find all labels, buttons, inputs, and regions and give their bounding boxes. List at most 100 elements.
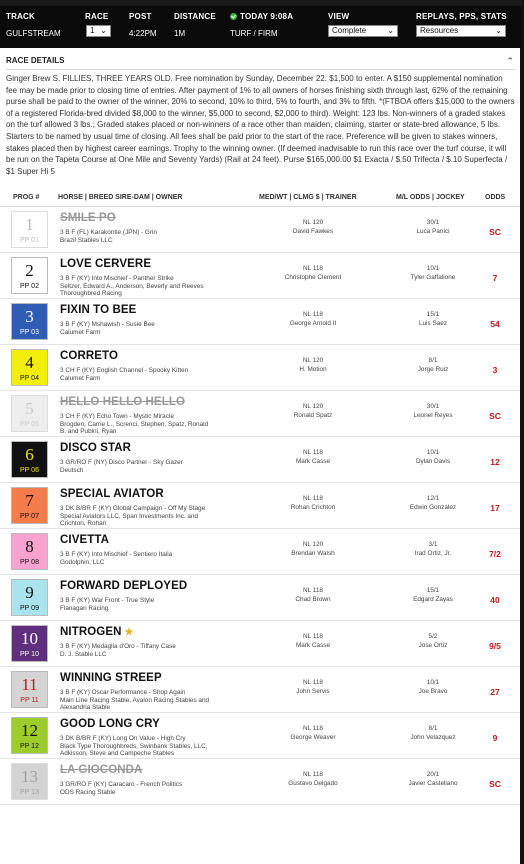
horse-name: HELLO HELLO HELLO xyxy=(60,396,185,409)
owner: Calumet Farm xyxy=(60,375,101,383)
med-weight: NL 120 xyxy=(302,403,324,411)
chevron-up-icon[interactable]: ⌃ xyxy=(506,56,514,67)
entry-row[interactable]: 9 PP 09 FORWARD DEPLOYED 3 B F (KY) War Fro… xyxy=(0,575,522,622)
today-label: TODAY 9:08A xyxy=(230,12,293,21)
horse-name: CORRETO xyxy=(60,350,118,363)
breed-sire-dam: 3 B F (KY) Medaglia d'Oro - Tiffany Case xyxy=(60,643,176,651)
breed-sire-dam: 3 B F (KY) Into Mischief - Sentiero Ital… xyxy=(60,551,173,559)
star-icon: ★ xyxy=(124,627,134,639)
horse-name-link[interactable]: HELLO HELLO HELLO xyxy=(60,396,185,408)
post-position: PP 11 xyxy=(20,697,39,705)
program-number-badge: 8 PP 08 xyxy=(11,533,48,571)
owner-continued: Thoroughbred Racing xyxy=(60,290,122,298)
live-odds: 3 xyxy=(492,365,498,376)
replays-label: REPLAYS, PPS, STATS xyxy=(416,12,507,21)
morning-line-odds: 30/1 xyxy=(426,403,440,411)
morning-line-odds: 10/1 xyxy=(426,449,440,457)
jockey: Edgard Zayas xyxy=(413,596,453,604)
resources-select-value: Resources xyxy=(420,26,459,35)
entry-row[interactable]: 8 PP 08 CIVETTA 3 B F (KY) Into Mischief - … xyxy=(0,529,522,576)
horse-name-link[interactable]: CIVETTA xyxy=(60,534,109,546)
horse-name-link[interactable]: SMILE PO xyxy=(60,212,116,224)
program-number-badge: 10 PP 10 xyxy=(11,625,48,663)
breed-sire-dam: 3 CH F (KY) English Channel - Spooky Kit… xyxy=(60,367,189,375)
live-odds: 17 xyxy=(490,503,500,514)
program-number: 5 xyxy=(25,399,34,419)
horse-name-link[interactable]: CORRETO xyxy=(60,350,118,362)
owner-continued: B. and Pubini, Ryan xyxy=(60,428,117,436)
jockey: Edwin Gonzalez xyxy=(409,504,457,512)
race-select[interactable]: 1 ⌄ xyxy=(86,25,111,37)
horse-name-link[interactable]: LOVE CERVERE xyxy=(60,258,151,270)
breed-sire-dam: 3 CH F (KY) Echo Town - Mystic Miracle xyxy=(60,413,174,421)
horse-name-link[interactable]: NITROGEN ★ xyxy=(60,626,134,638)
med-weight: NL 118 xyxy=(303,725,323,733)
horse-name-link[interactable]: GOOD LONG CRY xyxy=(60,718,160,730)
entry-row[interactable]: 3 PP 03 FIXIN TO BEE 3 B F (KY) Mshawish - … xyxy=(0,299,522,346)
morning-line-odds: 15/1 xyxy=(426,311,440,319)
entry-row[interactable]: 7 PP 07 SPECIAL AVIATOR 3 DK B/BR F (KY) Gl… xyxy=(0,483,522,530)
resources-select[interactable]: Resources ⌄ xyxy=(416,25,506,37)
entry-row[interactable]: 1 PP 01 SMILE PO 3 B F (FL) Karakontie (JPN… xyxy=(0,207,522,254)
race-details-section: RACE DETAILS ⌃ Ginger Brew S. FILLIES, T… xyxy=(0,48,522,177)
entry-row[interactable]: 5 PP 05 HELLO HELLO HELLO 3 CH F (KY) Echo … xyxy=(0,391,522,438)
entry-row[interactable]: 6 PP 06 DISCO STAR 3 GR/RO F (NY) Disco Par… xyxy=(0,437,522,484)
post-position: PP 03 xyxy=(20,329,39,337)
owner: Godolphin, LLC xyxy=(60,559,105,567)
entry-row[interactable]: 2 PP 02 LOVE CERVERE 3 B F (KY) Into Mischi… xyxy=(0,253,522,300)
race-entries-app: TRACK GULFSTREAM RACE 1 ⌄ POST 4:22PM DIS… xyxy=(0,0,524,864)
med-weight: NL 118 xyxy=(303,495,323,503)
today-time: TODAY 9:08A xyxy=(240,12,294,21)
post-position: PP 02 xyxy=(20,283,39,291)
program-number-badge: 9 PP 09 xyxy=(11,579,48,617)
post-position: PP 07 xyxy=(20,513,39,521)
chevron-down-icon: ⌄ xyxy=(100,26,107,35)
live-odds: 54 xyxy=(490,319,500,330)
live-odds: SC xyxy=(489,411,501,422)
breed-sire-dam: 3 B F (KY) Into Mischief - Panther Strik… xyxy=(60,275,174,283)
program-number-badge: 13 PP 13 xyxy=(11,763,48,801)
live-odds: 7 xyxy=(492,273,498,284)
horse-name: FIXIN TO BEE xyxy=(60,304,137,317)
post-time: 4:22PM xyxy=(129,29,157,38)
med-weight: NL 120 xyxy=(302,219,324,227)
owner: Flanagan Racing xyxy=(60,605,109,613)
horse-name-link[interactable]: WINNING STREEP xyxy=(60,672,162,684)
jockey: Dylan Davis xyxy=(415,458,451,466)
owner: Deutsch xyxy=(60,467,84,475)
entry-row[interactable]: 10 PP 10 NITROGEN ★ 3 B F (KY) Medaglia d'Or… xyxy=(0,621,522,668)
morning-line-odds: 10/1 xyxy=(426,679,440,687)
breed-sire-dam: 3 B F (KY) Mshawish - Susie Bee xyxy=(60,321,155,329)
jockey: Irad Ortiz, Jr. xyxy=(414,550,452,558)
horse-name: GOOD LONG CRY xyxy=(60,718,160,731)
entry-row[interactable]: 4 PP 04 CORRETO 3 CH F (KY) English Channel… xyxy=(0,345,522,392)
horse-name-link[interactable]: LA GIOCONDA xyxy=(60,764,142,776)
morning-line-odds: 8/1 xyxy=(428,357,438,365)
col-odds: ODDS xyxy=(485,194,506,202)
trainer: Christophe Clement xyxy=(284,274,342,282)
entry-row[interactable]: 13 PP 13 LA GIOCONDA 3 GR/RO F (KY) Caracar… xyxy=(0,759,522,806)
program-number: 11 xyxy=(21,675,38,695)
program-number: 3 xyxy=(25,307,34,327)
trainer: Mark Casse xyxy=(295,458,331,466)
horse-name-link[interactable]: DISCO STAR xyxy=(60,442,131,454)
jockey: Luca Panici xyxy=(416,228,450,236)
scrollbar[interactable] xyxy=(520,48,522,864)
morning-line-odds: 15/1 xyxy=(426,587,440,595)
live-odds: 40 xyxy=(490,595,500,606)
morning-line-odds: 5/2 xyxy=(428,633,438,641)
horse-name-link[interactable]: FORWARD DEPLOYED xyxy=(60,580,187,592)
horse-name: WINNING STREEP xyxy=(60,672,162,685)
entry-row[interactable]: 12 PP 12 GOOD LONG CRY 3 DK B/BR F (KY) Lon… xyxy=(0,713,522,760)
post-position: PP 13 xyxy=(20,789,39,797)
trainer: George Arnold II xyxy=(289,320,337,328)
morning-line-odds: 8/1 xyxy=(428,725,438,733)
horse-name-link[interactable]: SPECIAL AVIATOR xyxy=(60,488,164,500)
view-select[interactable]: Complete ⌄ xyxy=(328,25,398,37)
post-position: PP 05 xyxy=(20,421,39,429)
entries-table-header: PROG # HORSE | BREED SIRE-DAM | OWNER ME… xyxy=(0,187,522,208)
program-number: 9 xyxy=(25,583,34,603)
entry-row[interactable]: 11 PP 11 WINNING STREEP 3 B F (KY) Oscar Pe… xyxy=(0,667,522,714)
horse-name-link[interactable]: FIXIN TO BEE xyxy=(60,304,136,316)
program-number: 8 xyxy=(25,537,34,557)
